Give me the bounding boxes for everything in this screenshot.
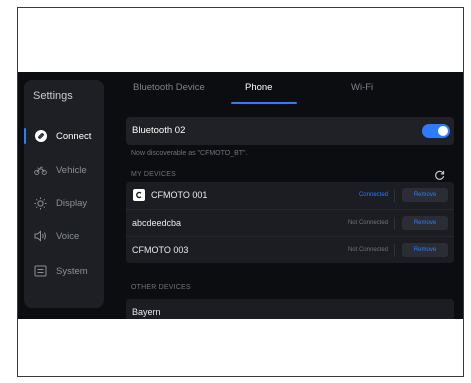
system-icon	[34, 265, 47, 278]
sidebar-item-label: Vehicle	[56, 164, 87, 176]
device-status: Not Connected	[347, 220, 388, 226]
refresh-icon[interactable]	[434, 168, 445, 180]
motorcycle-icon	[34, 164, 47, 177]
sidebar-item-system[interactable]: System	[24, 261, 104, 281]
device-name: abcdeedcba	[132, 218, 182, 228]
list-item[interactable]: CFMOTO 001 Connected Remove	[126, 182, 454, 209]
divider	[394, 217, 395, 230]
toggle-knob	[438, 126, 448, 136]
my-devices-list: CFMOTO 001 Connected Remove abcdeedcba N…	[126, 182, 454, 263]
remove-button[interactable]: Remove	[402, 216, 448, 230]
divider	[394, 244, 395, 257]
discoverable-note: Now discoverable as "CFMOTO_BT".	[131, 150, 248, 157]
tab-bluetooth-device[interactable]: Bluetooth Device	[133, 82, 205, 93]
list-item[interactable]: CFMOTO 003 Not Connected Remove	[126, 236, 454, 263]
cfmoto-icon	[133, 189, 145, 201]
sidebar-item-label: System	[56, 265, 88, 277]
sidebar-item-connect[interactable]: Connect	[24, 126, 104, 146]
bluetooth-toggle[interactable]	[422, 124, 450, 138]
other-devices-label: OTHER DEVICES	[131, 284, 191, 291]
bluetooth-name: Bluetooth 02	[132, 125, 186, 136]
list-item[interactable]: abcdeedcba Not Connected Remove	[126, 209, 454, 236]
remove-button[interactable]: Remove	[402, 188, 448, 202]
remove-button[interactable]: Remove	[402, 243, 448, 257]
sidebar-item-display[interactable]: Display	[24, 193, 104, 213]
list-item[interactable]: Bayern	[126, 299, 454, 319]
sidebar-item-label: Voice	[56, 230, 80, 242]
settings-tabs: Bluetooth Device Phone Wi-Fi	[114, 72, 463, 108]
settings-screen: Settings Connect Vehicle Display Voice S…	[18, 72, 463, 319]
tab-phone[interactable]: Phone	[245, 82, 272, 93]
device-name: CFMOTO 001	[151, 190, 208, 200]
sidebar-item-vehicle[interactable]: Vehicle	[24, 160, 104, 180]
settings-sidebar: Settings Connect Vehicle Display Voice S…	[24, 80, 104, 308]
sun-icon	[34, 197, 47, 210]
sidebar-item-label: Display	[56, 197, 88, 209]
device-name: CFMOTO 003	[132, 245, 189, 255]
bluetooth-toggle-row: Bluetooth 02	[126, 117, 454, 145]
active-tab-underline	[231, 102, 297, 104]
device-status: Not Connected	[347, 247, 388, 253]
device-status: Connected	[358, 192, 388, 198]
tab-wifi[interactable]: Wi-Fi	[351, 82, 373, 93]
link-icon	[34, 130, 47, 143]
active-indicator	[24, 128, 26, 144]
device-name: Bayern	[132, 307, 161, 317]
divider	[394, 189, 395, 202]
my-devices-label: MY DEVICES	[131, 171, 177, 178]
sidebar-title: Settings	[33, 90, 73, 102]
device-frame: Settings Connect Vehicle Display Voice S…	[17, 7, 464, 377]
sidebar-item-label: Connect	[56, 130, 92, 142]
speaker-icon	[34, 230, 47, 243]
sidebar-item-voice[interactable]: Voice	[24, 226, 104, 246]
